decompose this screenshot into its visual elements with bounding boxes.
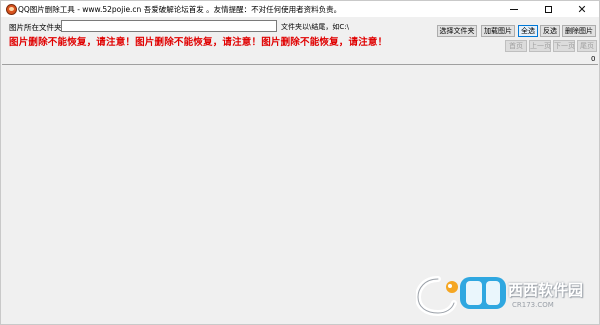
next-page-button[interactable]: 下一页 <box>553 40 575 52</box>
maximize-icon <box>544 5 552 13</box>
minimize-button[interactable] <box>497 1 531 17</box>
invert-selection-button[interactable]: 反选 <box>540 25 560 37</box>
image-count: 0 <box>591 55 596 63</box>
first-page-button[interactable]: 首页 <box>505 40 527 52</box>
watermark-site: CR173.COM <box>512 301 554 309</box>
close-icon: ✕ <box>577 2 587 16</box>
last-page-button[interactable]: 尾页 <box>577 40 597 52</box>
folder-path-input[interactable] <box>61 20 277 32</box>
select-all-button[interactable]: 全选 <box>518 25 538 37</box>
minimize-icon <box>510 8 518 10</box>
app-window: QQ图片删除工具 - www.52pojie.cn 吾爱破解论坛首发 。友情提醒… <box>0 0 600 325</box>
delete-warning: 图片删除不能恢复，请注意！图片删除不能恢复，请注意！图片删除不能恢复，请注意！ <box>9 37 388 48</box>
load-images-button[interactable]: 加载图片 <box>481 25 515 37</box>
window-title: QQ图片删除工具 - www.52pojie.cn 吾爱破解论坛首发 。友情提醒… <box>18 5 342 14</box>
folder-hint: 文件夹以\结尾，如C:\ <box>281 23 349 31</box>
close-button[interactable]: ✕ <box>565 1 599 17</box>
title-bar[interactable]: QQ图片删除工具 - www.52pojie.cn 吾爱破解论坛首发 。友情提醒… <box>1 1 599 17</box>
folder-label: 图片所在文件夹: <box>9 23 65 32</box>
watermark: 西西软件园 CR173.COM <box>416 273 591 317</box>
watermark-logo-icon <box>416 276 506 317</box>
choose-folder-button[interactable]: 选择文件夹 <box>437 25 477 37</box>
watermark-brand: 西西软件园 <box>508 281 584 299</box>
prev-page-button[interactable]: 上一页 <box>529 40 551 52</box>
delete-images-button[interactable]: 删除图片 <box>562 25 596 37</box>
maximize-button[interactable] <box>531 1 565 17</box>
penguin-app-icon <box>6 4 17 15</box>
